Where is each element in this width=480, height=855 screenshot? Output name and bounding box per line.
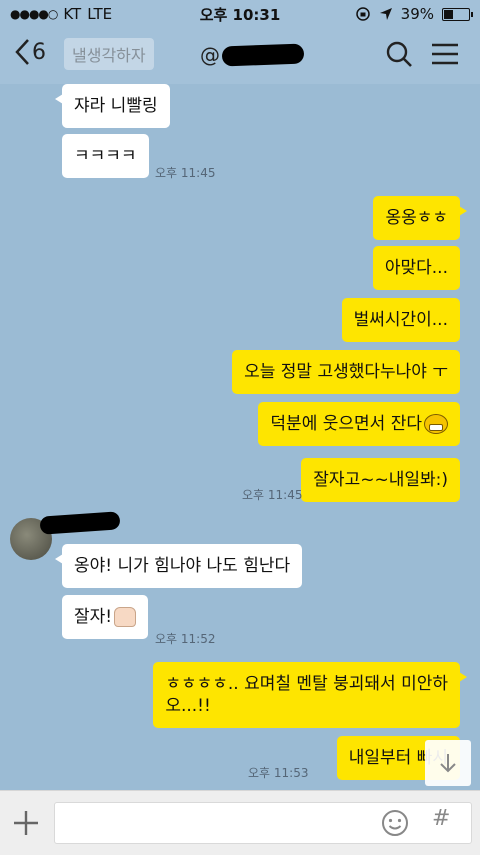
hash-button[interactable]: # xyxy=(432,806,450,831)
chat-title: @ xyxy=(200,43,305,67)
message-text-line: 오...!! xyxy=(165,696,211,717)
message-outgoing[interactable]: ㅎㅎㅎㅎ.. 요며칠 멘탈 붕괴돼서 미안하 오...!! xyxy=(153,662,467,729)
message-outgoing[interactable]: 아맞다... xyxy=(372,246,460,291)
status-left: ●●●●○ KT LTE xyxy=(10,5,112,23)
redacted-sender-name xyxy=(39,511,121,535)
plus-icon[interactable] xyxy=(12,809,40,837)
search-icon[interactable] xyxy=(385,40,413,68)
network-label: LTE xyxy=(87,5,113,23)
chat-header: 6 낼생각하자 @ xyxy=(0,28,480,84)
message-timestamp: 오후 11:45 xyxy=(242,488,303,502)
redacted-chat-name xyxy=(221,43,305,67)
message-text: 오늘 정말 고생했다누나야 ㅜ xyxy=(244,362,448,382)
message-text: ㅋㅋㅋㅋ xyxy=(74,146,137,166)
message-text: 옹옹ㅎㅎ xyxy=(385,208,448,228)
message-incoming[interactable]: 쟈라 니빨링 xyxy=(55,84,170,129)
emoticon-icon[interactable] xyxy=(380,808,410,838)
message-text: 아맞다... xyxy=(384,258,448,278)
signal-strength-icon: ●●●●○ xyxy=(10,7,58,21)
message-timestamp: 오후 11:53 xyxy=(248,766,309,780)
status-bar: ●●●●○ KT LTE 오후 10:31 39% xyxy=(0,0,480,28)
arrow-down-icon xyxy=(440,754,456,773)
message-text-line: ㅎㅎㅎㅎ.. 요며칠 멘탈 붕괴돼서 미안하 xyxy=(165,674,448,694)
menu-icon[interactable] xyxy=(430,40,460,68)
message-input-bar: # xyxy=(0,790,480,855)
message-text: 쟈라 니빨링 xyxy=(74,96,158,116)
battery-percent: 39% xyxy=(400,5,434,23)
orientation-lock-icon xyxy=(355,7,370,21)
location-arrow-icon xyxy=(379,8,392,20)
scroll-to-bottom-button[interactable] xyxy=(425,740,471,786)
message-text: 옹야! 니가 힘나야 나도 힘난다 xyxy=(74,556,291,576)
battery-fill xyxy=(444,9,454,19)
message-text: 덕분에 웃으면서 잔다 xyxy=(270,414,422,434)
chat-messages[interactable]: 쟈라 니빨링 ㅋㅋㅋㅋ 오후 11:45 옹옹ㅎㅎ 아맞다... 벌써시간이..… xyxy=(0,84,480,790)
previous-message-preview: 낼생각하자 xyxy=(64,38,154,70)
message-outgoing[interactable]: 옹옹ㅎㅎ xyxy=(373,196,467,241)
message-outgoing[interactable]: 덕분에 웃으면서 잔다 xyxy=(258,402,460,447)
message-timestamp: 오후 11:52 xyxy=(155,632,216,646)
back-button[interactable]: 6 xyxy=(14,38,46,66)
fist-emoji-icon xyxy=(114,607,137,627)
message-outgoing[interactable]: 벌써시간이... xyxy=(341,298,460,343)
chat-title-prefix: @ xyxy=(200,43,220,67)
message-outgoing[interactable]: 오늘 정말 고생했다누나야 ㅜ xyxy=(232,350,460,395)
message-text: 벌써시간이... xyxy=(353,310,448,330)
battery-icon xyxy=(442,7,473,21)
message-timestamp: 오후 11:45 xyxy=(155,166,216,180)
message-outgoing[interactable]: 잘자고~~내일봐:) xyxy=(301,458,460,503)
message-incoming[interactable]: 잘자! xyxy=(62,595,149,640)
carrier-label: KT xyxy=(63,5,82,23)
message-text: 잘자! xyxy=(74,607,113,627)
laughing-emoji-icon xyxy=(424,414,448,434)
message-incoming[interactable]: 옹야! 니가 힘나야 나도 힘난다 xyxy=(54,544,303,589)
unread-count: 6 xyxy=(32,39,46,65)
status-right: 39% xyxy=(355,5,473,23)
message-text: 잘자고~~내일봐:) xyxy=(313,470,448,490)
chevron-left-icon xyxy=(15,39,29,65)
message-incoming[interactable]: ㅋㅋㅋㅋ xyxy=(62,134,149,179)
